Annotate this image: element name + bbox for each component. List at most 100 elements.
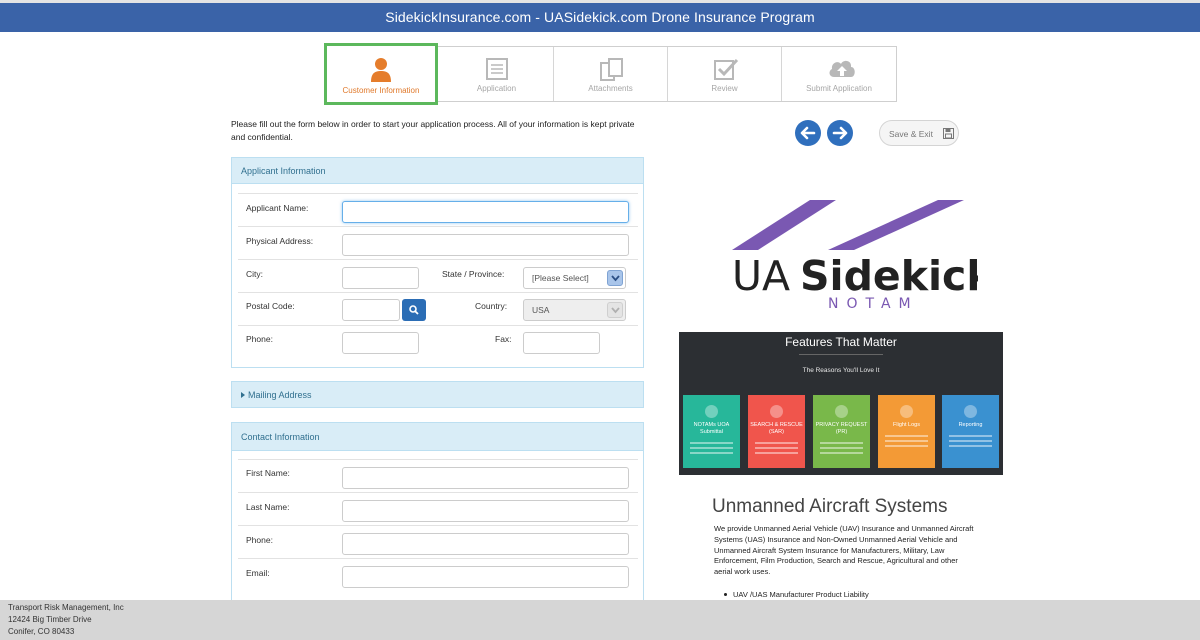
svg-text:NOTAM: NOTAM xyxy=(828,296,919,312)
tile-text-line xyxy=(690,452,733,454)
email-label: Email: xyxy=(246,568,270,578)
footer-company: Transport Risk Management, Inc xyxy=(8,603,124,612)
tile-text-line xyxy=(885,435,928,437)
contact-phone-label: Phone: xyxy=(246,535,273,545)
chevron-down-icon xyxy=(611,275,620,282)
applicant-name-label: Applicant Name: xyxy=(246,203,309,213)
user-icon xyxy=(371,58,391,82)
step-label: Submit Application xyxy=(806,84,872,93)
applicant-name-row: Applicant Name: xyxy=(238,193,638,226)
fax-label: Fax: xyxy=(495,334,512,344)
step-customer-information[interactable]: Customer Information xyxy=(324,43,438,105)
step-attachments[interactable]: Attachments xyxy=(554,47,668,101)
footer-street: 12424 Big Timber Drive xyxy=(8,615,92,624)
step-label: Review xyxy=(711,84,738,93)
fax-input[interactable] xyxy=(523,332,600,354)
physical-address-input[interactable] xyxy=(342,234,629,256)
last-name-input[interactable] xyxy=(342,500,629,522)
contact-information-panel: Contact Information First Name: Last Nam… xyxy=(231,422,644,612)
plane-icon xyxy=(705,405,718,418)
footer-city: Conifer, CO 80433 xyxy=(8,627,75,636)
phone-fax-row: Phone: Fax: xyxy=(238,325,638,358)
step-application[interactable]: Application xyxy=(440,47,554,101)
tile-text-line xyxy=(949,440,992,442)
dropdown-button[interactable] xyxy=(607,302,623,318)
document-icon xyxy=(486,58,508,80)
bar-chart-icon xyxy=(964,405,977,418)
uas-description: We provide Unmanned Aerial Vehicle (UAV)… xyxy=(714,524,974,577)
svg-text:UA: UA xyxy=(732,252,790,300)
checkbox-icon xyxy=(714,58,739,80)
contact-information-heading: Contact Information xyxy=(232,423,643,451)
caret-right-icon xyxy=(241,392,245,398)
tile-text-line xyxy=(885,445,928,447)
next-button[interactable] xyxy=(827,120,853,146)
first-name-input[interactable] xyxy=(342,467,629,489)
uas-bullet-text: UAV /UAS Manufacturer Product Liability xyxy=(733,590,869,599)
step-label: Customer Information xyxy=(342,86,420,95)
tile-text-line xyxy=(755,447,798,449)
step-submit-application[interactable]: Submit Application xyxy=(782,47,896,101)
save-exit-label: Save & Exit xyxy=(889,129,933,139)
applicant-information-heading: Applicant Information xyxy=(232,158,643,184)
search-icon xyxy=(409,305,419,315)
feature-tile-title: Flight Logs xyxy=(893,422,920,428)
intro-text: Please fill out the form below in order … xyxy=(231,119,635,142)
phone-label: Phone: xyxy=(246,334,273,344)
email-row: Email: xyxy=(238,558,638,591)
tile-text-line xyxy=(885,440,928,442)
applicant-name-input[interactable] xyxy=(342,201,629,223)
features-title: Features That Matter xyxy=(785,335,897,349)
page-title: SidekickInsurance.com - UASidekick.com D… xyxy=(385,9,815,25)
country-select-value: USA xyxy=(532,305,550,315)
feature-tile-title: Reporting xyxy=(958,422,983,428)
cloud-upload-icon xyxy=(829,60,855,77)
first-name-label: First Name: xyxy=(246,468,290,478)
state-select-value: [Please Select] xyxy=(532,273,589,283)
step-review[interactable]: Review xyxy=(668,47,782,101)
postal-code-label: Postal Code: xyxy=(246,301,295,311)
tile-text-line xyxy=(820,452,863,454)
feature-tile-notams: NOTAMs UOA Submittal xyxy=(683,395,740,468)
uas-bullet-item: UAV /UAS Manufacturer Product Liability xyxy=(724,590,869,599)
feature-tile-privacy-request: PRIVACY REQUEST (PR) xyxy=(813,395,870,468)
step-label: Application xyxy=(476,84,517,93)
postal-country-row: Postal Code: Country: USA xyxy=(238,292,638,325)
feature-tile-title: SEARCH & RESCUE (SAR) xyxy=(750,422,803,435)
city-input[interactable] xyxy=(342,267,419,289)
save-exit-button[interactable]: Save & Exit xyxy=(879,120,959,146)
tile-text-line xyxy=(755,452,798,454)
tile-text-line xyxy=(949,445,992,447)
physical-address-row: Physical Address: xyxy=(238,226,638,259)
back-button[interactable] xyxy=(795,120,821,146)
tile-text-line xyxy=(690,447,733,449)
step-wizard: Customer Information Application Attachm… xyxy=(324,43,897,105)
features-subtitle: The Reasons You'll Love It xyxy=(802,367,880,374)
copy-icon xyxy=(600,58,623,81)
country-select[interactable]: USA xyxy=(523,299,626,321)
arrow-right-icon xyxy=(832,126,848,140)
plus-icon xyxy=(770,405,783,418)
contact-phone-row: Phone: xyxy=(238,525,638,558)
last-name-row: Last Name: xyxy=(238,492,638,525)
feature-tile-reporting: Reporting xyxy=(942,395,999,468)
tile-text-line xyxy=(755,442,798,444)
postal-code-input[interactable] xyxy=(342,299,400,321)
mailing-address-toggle[interactable]: Mailing Address xyxy=(231,381,644,408)
last-name-label: Last Name: xyxy=(246,502,290,512)
feature-tile-title: PRIVACY REQUEST (PR) xyxy=(815,422,868,435)
postal-lookup-button[interactable] xyxy=(402,299,426,321)
feature-tile-title: NOTAMs UOA Submittal xyxy=(693,422,730,435)
uasidekick-logo: UA Sidekick NOTAM xyxy=(732,200,978,312)
title-bar: SidekickInsurance.com - UASidekick.com D… xyxy=(0,0,1200,32)
mailing-address-heading: Mailing Address xyxy=(248,390,312,400)
floppy-disk-icon xyxy=(943,128,954,139)
contact-phone-input[interactable] xyxy=(342,533,629,555)
footer: Transport Risk Management, Inc 12424 Big… xyxy=(0,600,1200,640)
country-label: Country: xyxy=(475,301,508,311)
email-input[interactable] xyxy=(342,566,629,588)
arrow-left-icon xyxy=(800,126,816,140)
state-select[interactable]: [Please Select] xyxy=(523,267,626,289)
phone-input[interactable] xyxy=(342,332,419,354)
dropdown-button[interactable] xyxy=(607,270,623,286)
